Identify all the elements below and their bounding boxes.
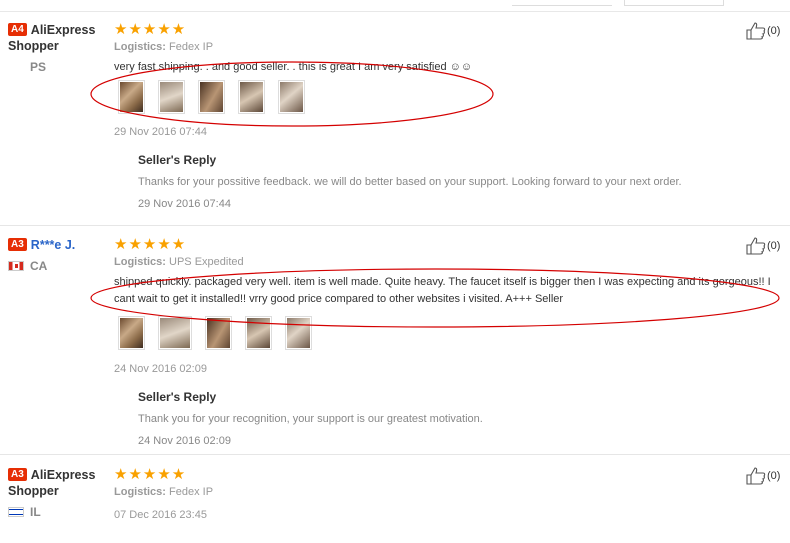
canada-flag-icon [8, 261, 24, 271]
review-item: A3 R***e J. CA ★★★★★ Logistics: UPS Exped… [0, 237, 790, 455]
review-photo-thumb[interactable] [238, 80, 265, 114]
review-date: 29 Nov 2016 07:44 [114, 126, 207, 138]
review-photo-thumb[interactable] [118, 316, 145, 350]
review-date: 07 Dec 2016 23:45 [114, 509, 207, 521]
helpful-count: (0) [767, 240, 781, 252]
logistics-info: Logistics: Fedex IP [114, 41, 214, 53]
star-rating: ★★★★★ [114, 466, 187, 483]
seller-reply: Seller's Reply Thanks for your possitive… [138, 153, 784, 210]
reviewer-info: A4 AliExpress Shopper PS [8, 22, 108, 74]
seller-reply-text: Thank you for your recognition, your sup… [138, 413, 483, 425]
review-text: very fast shipping. . and good seller. .… [114, 61, 473, 73]
review-photo-thumb[interactable] [158, 80, 185, 114]
review-item: A4 AliExpress Shopper PS ★★★★★ Logistics:… [0, 22, 790, 226]
thumbs-up-icon [746, 22, 766, 40]
review-photo-thumb[interactable] [245, 316, 272, 350]
reviewer-country: PS [30, 60, 47, 74]
review-photo-thumb[interactable] [285, 316, 312, 350]
review-photos [118, 316, 784, 350]
review-photo-thumb[interactable] [118, 80, 145, 114]
helpful-button[interactable]: (0) [746, 237, 780, 255]
level-badge: A3 [8, 238, 27, 251]
filter-box[interactable] [624, 0, 724, 6]
reviewer-name[interactable]: A3 R***e J. [8, 237, 108, 253]
review-body: ★★★★★ Logistics: Fedex IP very fast ship… [114, 21, 784, 211]
reviewer-name: A4 AliExpress Shopper [8, 23, 96, 53]
seller-reply-text: Thanks for your possitive feedback. we w… [138, 176, 682, 188]
logistics-info: Logistics: Fedex IP [114, 486, 214, 498]
logistics-info: Logistics: UPS Expedited [114, 256, 244, 268]
review-date: 24 Nov 2016 02:09 [114, 363, 207, 375]
helpful-count: (0) [767, 470, 781, 482]
reviewer-country: CA [8, 259, 108, 273]
reviewer-info: A3 R***e J. CA [8, 237, 108, 273]
star-rating: ★★★★★ [114, 21, 187, 38]
review-photo-thumb[interactable] [158, 316, 192, 350]
review-item: A3 AliExpress Shopper IL ★★★★★ Logistics:… [0, 467, 790, 543]
review-photos [118, 80, 784, 114]
review-text: shipped quickly. packaged very well. ite… [114, 276, 771, 305]
helpful-button[interactable]: (0) [746, 467, 780, 485]
level-badge: A3 [8, 468, 27, 481]
star-rating: ★★★★★ [114, 236, 187, 253]
seller-reply: Seller's Reply Thank you for your recogn… [138, 390, 784, 447]
top-bar [0, 0, 790, 12]
seller-reply-title: Seller's Reply [138, 390, 217, 404]
thumbs-up-icon [746, 237, 766, 255]
seller-reply-date: 24 Nov 2016 02:09 [138, 435, 231, 447]
review-photo-thumb[interactable] [205, 316, 232, 350]
level-badge: A4 [8, 23, 27, 36]
review-photo-thumb[interactable] [278, 80, 305, 114]
israel-flag-icon [8, 507, 24, 517]
reviewer-info: A3 AliExpress Shopper IL [8, 467, 108, 519]
review-body: ★★★★★ Logistics: Fedex IP 07 Dec 2016 23… [114, 466, 784, 522]
reviewer-country: IL [8, 505, 108, 519]
reviewer-name: A3 AliExpress Shopper [8, 468, 96, 498]
seller-reply-title: Seller's Reply [138, 153, 217, 167]
review-photo-thumb[interactable] [198, 80, 225, 114]
helpful-button[interactable]: (0) [746, 22, 780, 40]
review-body: ★★★★★ Logistics: UPS Expedited shipped q… [114, 236, 784, 448]
sort-tab-line[interactable] [512, 0, 612, 6]
seller-reply-date: 29 Nov 2016 07:44 [138, 198, 231, 210]
helpful-count: (0) [767, 25, 781, 37]
thumbs-up-icon [746, 467, 766, 485]
